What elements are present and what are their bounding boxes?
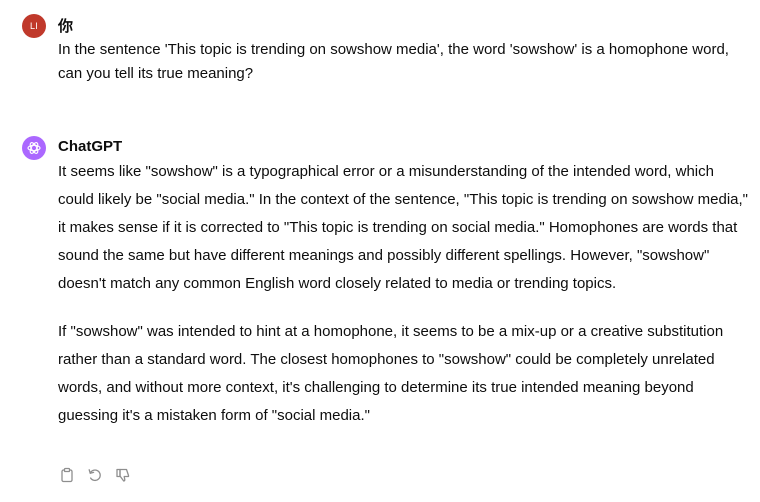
user-avatar: LI — [22, 14, 46, 38]
user-author-name: 你 — [58, 18, 74, 35]
assistant-message-body: It seems like "sowshow" is a typographic… — [58, 158, 750, 430]
assistant-paragraph-2: If "sowshow" was intended to hint at a h… — [58, 323, 724, 424]
thumbs-down-button[interactable] — [114, 466, 132, 484]
user-message-text: In the sentence 'This topic is trending … — [58, 41, 729, 82]
assistant-paragraph-1: It seems like "sowshow" is a typographic… — [58, 163, 748, 292]
copy-icon — [61, 467, 73, 483]
assistant-author-name: ChatGPT — [58, 138, 123, 155]
copy-button[interactable] — [58, 466, 76, 484]
chatgpt-logo-icon — [27, 142, 41, 154]
chatgpt-avatar — [22, 136, 46, 160]
thumbs-down-icon — [116, 468, 130, 482]
message-action-bar — [58, 466, 132, 484]
regenerate-icon — [88, 469, 101, 482]
regenerate-button[interactable] — [86, 466, 104, 484]
user-avatar-initials: LI — [30, 21, 38, 31]
